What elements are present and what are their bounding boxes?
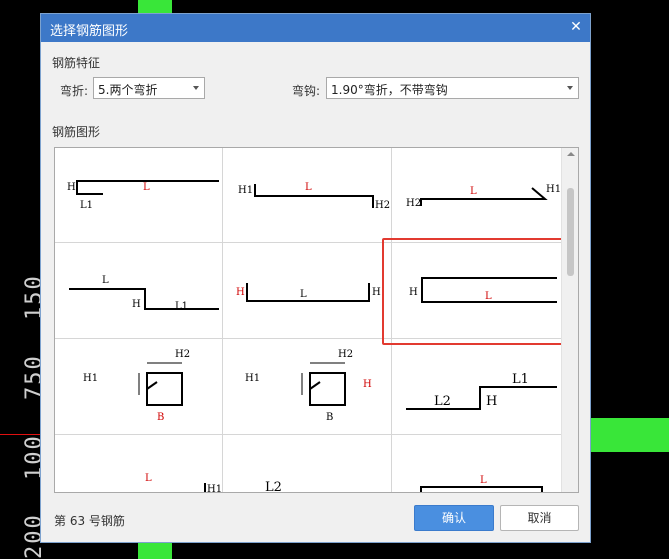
rebar-shape-drawing: H2 H1 L xyxy=(406,184,561,209)
rebar-shape-drawing: H L1 L xyxy=(67,180,219,211)
shape-label: L2 xyxy=(434,394,451,409)
shape-label: L xyxy=(305,182,312,193)
current-rebar-number: 第 63 号钢筋 xyxy=(54,514,125,528)
shape-label: H1 xyxy=(207,484,222,493)
scroll-up-icon[interactable] xyxy=(567,152,575,156)
chevron-down-icon xyxy=(567,86,573,90)
shape-label: L1 xyxy=(512,372,529,387)
shape-label: H2 xyxy=(338,349,353,360)
shape-label: L1 xyxy=(80,200,93,211)
cad-green-column-top xyxy=(138,0,172,14)
shape-label: H xyxy=(363,379,372,390)
scroll-thumb[interactable] xyxy=(567,188,574,276)
shape-label: H xyxy=(132,299,141,310)
shape-label: H2 xyxy=(175,349,190,360)
shape-label: H1 xyxy=(238,185,253,196)
shape-label: L xyxy=(300,289,307,300)
shape-cell[interactable]: H2 H1 L xyxy=(392,435,563,492)
bend-select[interactable]: 5.两个弯折 xyxy=(93,77,205,99)
shape-label: L2 xyxy=(265,480,282,493)
shape-cell[interactable]: L H L1 xyxy=(55,243,223,339)
rebar-shape-drawing: H1 H2 L xyxy=(238,182,390,211)
rebar-shape-drawing: L H L1 xyxy=(69,275,219,312)
shape-label: L xyxy=(143,182,150,193)
shape-label: H1 xyxy=(245,373,260,384)
shape-label: L xyxy=(102,275,109,286)
shape-label: H xyxy=(236,287,245,298)
shape-label: H xyxy=(67,182,76,193)
shape-cell[interactable]: H L1 L xyxy=(55,148,223,243)
shape-cell[interactable]: L2 H L1 xyxy=(392,339,563,435)
shape-label: H1 xyxy=(83,373,98,384)
rebar-shape-drawing: H1 H2 B xyxy=(83,349,190,423)
rebar-shape-drawing: H H L xyxy=(236,283,381,302)
hook-select-value: 1.90°弯折，不带弯钩 xyxy=(331,83,448,97)
shape-cell[interactable]: H H L xyxy=(223,243,392,339)
shape-label: L1 xyxy=(175,301,188,312)
shape-cell[interactable]: L H1 H2 xyxy=(55,435,223,493)
rebar-shape-drawing: L2 H L1 xyxy=(406,372,557,410)
shape-label: B xyxy=(326,412,333,423)
rebar-shape-grid: H L1 L H1 H2 L H2 H1 L L H L1 H H L H L … xyxy=(54,147,579,493)
shape-label: H2 xyxy=(406,198,421,209)
shape-label: L xyxy=(480,475,487,486)
close-icon[interactable]: ✕ xyxy=(569,20,583,34)
hook-select[interactable]: 1.90°弯折，不带弯钩 xyxy=(326,77,579,99)
cancel-button[interactable]: 取消 xyxy=(500,505,579,531)
shape-cell[interactable]: L2 H L1 xyxy=(223,435,392,493)
shape-cell[interactable]: H2 H1 L xyxy=(392,148,563,243)
bend-label: 弯折: xyxy=(60,84,89,98)
shape-cell[interactable]: H1 H2 H B xyxy=(223,339,392,435)
hook-label: 弯钩: xyxy=(292,84,321,98)
confirm-button[interactable]: 确认 xyxy=(414,505,494,531)
shape-label: H xyxy=(486,394,497,409)
shape-cell[interactable]: H1 H2 L xyxy=(223,148,392,243)
shape-label: L xyxy=(145,473,152,484)
shapes-section-label: 钢筋图形 xyxy=(52,125,101,139)
shape-label: H1 xyxy=(546,184,561,195)
rebar-shape-drawing: L2 H L1 xyxy=(265,480,282,493)
vertical-scrollbar[interactable] xyxy=(561,148,578,492)
rebar-shape-drawing: L H1 H2 xyxy=(145,473,222,493)
shape-cell[interactable]: H1 H2 B xyxy=(55,339,223,435)
cad-green-column-bottom xyxy=(138,542,172,559)
selected-shape-highlight xyxy=(382,238,578,345)
chevron-down-icon xyxy=(193,86,199,90)
shape-label: H xyxy=(372,287,381,298)
bend-select-value: 5.两个弯折 xyxy=(98,83,158,97)
rebar-shape-drawing: H2 H1 L xyxy=(420,475,543,492)
dialog-title: 选择钢筋图形 xyxy=(50,24,129,39)
cad-green-beam-right xyxy=(591,418,669,452)
rebar-shape-drawing: H1 H2 H B xyxy=(245,349,372,423)
features-section-label: 钢筋特征 xyxy=(52,56,101,70)
select-rebar-shape-dialog: 选择钢筋图形 ✕ 钢筋特征 弯折: 5.两个弯折 弯钩: 1.90°弯折，不带弯… xyxy=(40,13,591,543)
shape-label: L xyxy=(470,186,477,197)
title-bar: 选择钢筋图形 ✕ xyxy=(41,14,590,42)
shape-label: H2 xyxy=(375,200,390,211)
shape-label: B xyxy=(157,412,164,423)
